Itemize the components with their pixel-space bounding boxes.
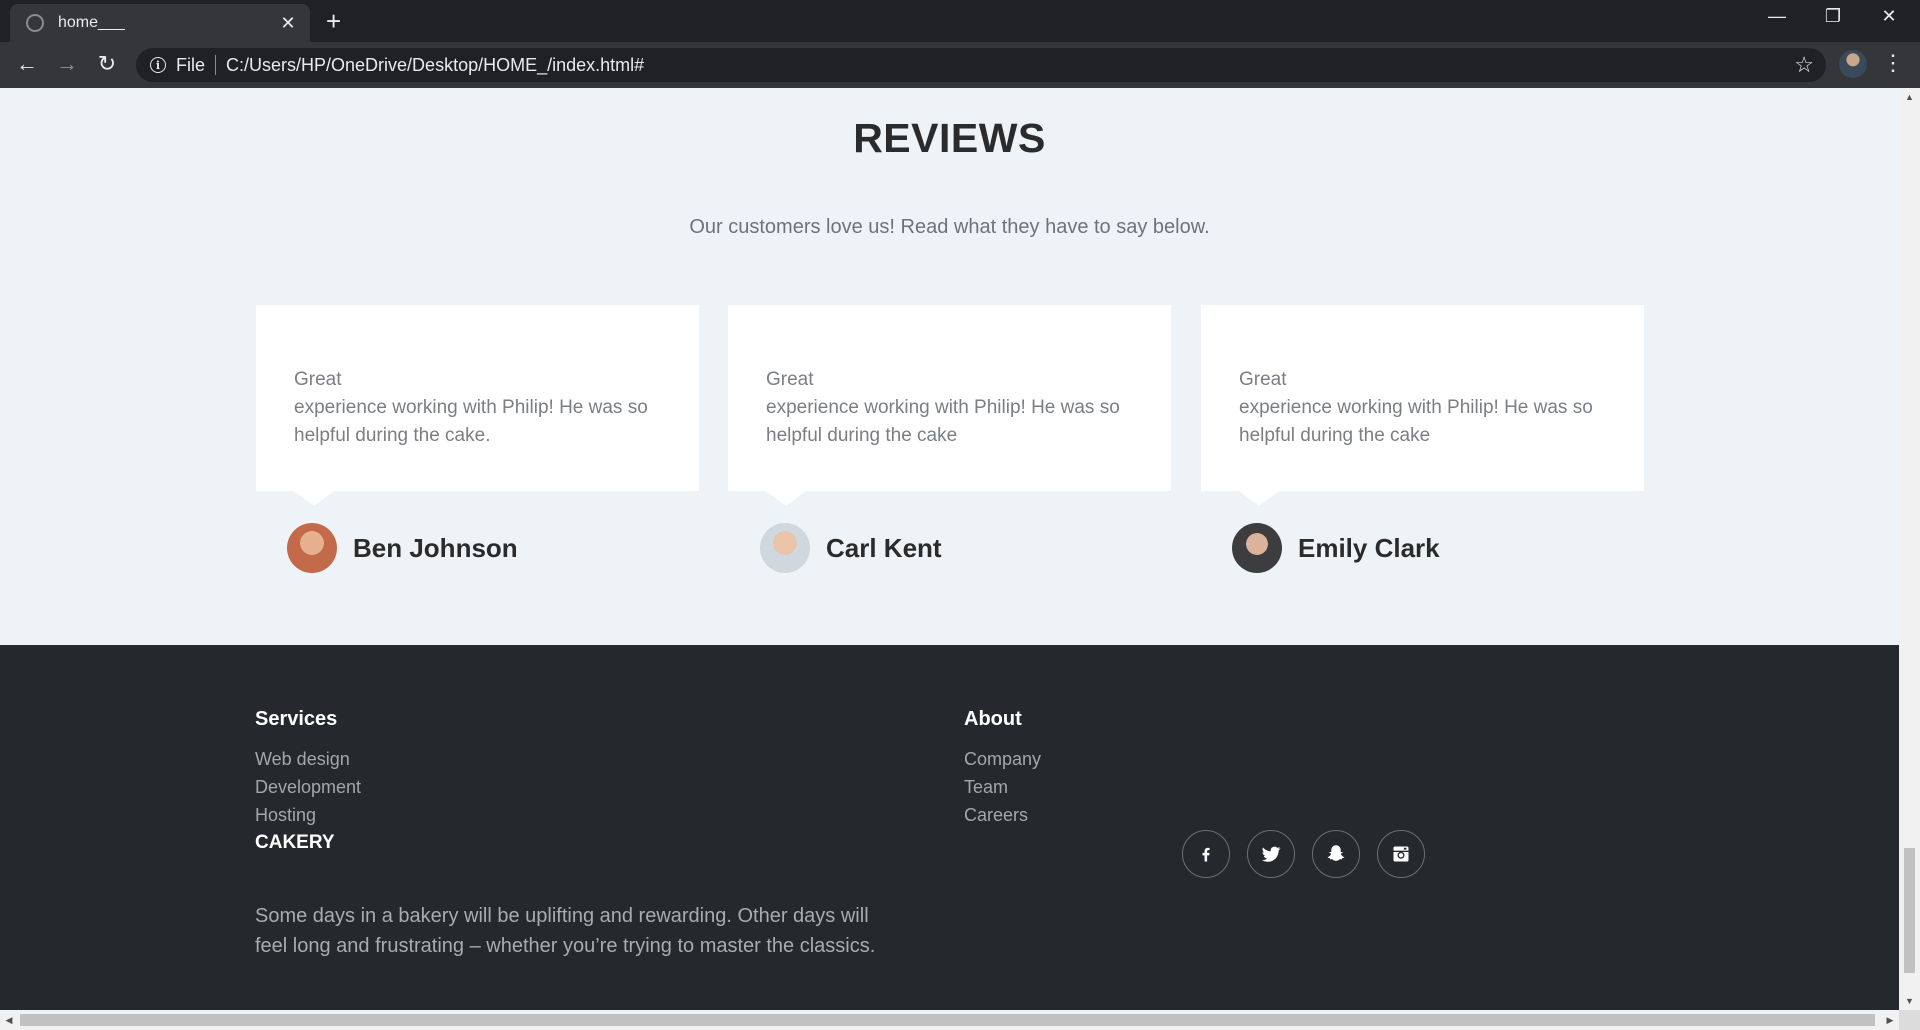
reviewer: Carl Kent (760, 522, 942, 574)
site-footer: Services Web design Development Hosting … (0, 645, 1899, 1010)
brand-description-line: Some days in a bakery will be uplifting … (255, 905, 869, 927)
scroll-left-arrow-icon[interactable]: ◀ (0, 1010, 18, 1030)
reviewer: Ben Johnson (287, 522, 518, 574)
scroll-up-arrow-icon[interactable]: ▲ (1899, 88, 1920, 106)
about-heading: About (964, 708, 1022, 730)
horizontal-scroll-thumb[interactable] (20, 1014, 1875, 1026)
review-card: Great experience working with Philip! He… (728, 305, 1171, 506)
scroll-down-arrow-icon[interactable]: ▼ (1899, 992, 1920, 1010)
avatar (1232, 523, 1282, 573)
footer-link-company[interactable]: Company (964, 749, 1041, 770)
facebook-icon[interactable] (1182, 830, 1230, 878)
globe-icon (26, 14, 44, 32)
reviews-subtitle: Our customers love us! Read what they ha… (689, 216, 1210, 238)
scroll-right-arrow-icon[interactable]: ▶ (1881, 1010, 1899, 1030)
window-close-button[interactable]: ✕ (1874, 6, 1904, 27)
profile-avatar[interactable] (1839, 50, 1867, 78)
browser-tab-strip: home___ ✕ + — ❐ ✕ (0, 0, 1920, 42)
footer-link-team[interactable]: Team (964, 777, 1008, 798)
review-card: Great experience working with Philip! He… (256, 305, 699, 506)
bookmark-star-icon[interactable]: ☆ (1794, 52, 1814, 78)
footer-link-careers[interactable]: Careers (964, 805, 1028, 826)
review-line: Great (766, 369, 814, 390)
vertical-scrollbar[interactable]: ▲ ▼ (1899, 88, 1920, 1010)
browser-tab[interactable]: home___ ✕ (10, 4, 310, 42)
browser-menu-icon[interactable]: ⋮ (1882, 50, 1904, 76)
footer-link-development[interactable]: Development (255, 777, 361, 798)
review-line: experience working with Philip! He was s… (1239, 397, 1593, 418)
footer-link-hosting[interactable]: Hosting (255, 805, 316, 826)
avatar (760, 523, 810, 573)
reviewer: Emily Clark (1232, 522, 1440, 574)
review-line: helpful during the cake (766, 425, 958, 446)
review-line: Great (294, 369, 342, 390)
instagram-icon[interactable] (1377, 830, 1425, 878)
twitter-icon[interactable] (1247, 830, 1295, 878)
review-text: Great experience working with Philip! He… (294, 366, 661, 450)
tab-close-button[interactable]: ✕ (278, 13, 298, 34)
back-button[interactable]: ← (12, 52, 42, 76)
minimize-button[interactable]: — (1762, 6, 1792, 27)
vertical-scroll-thumb[interactable] (1904, 848, 1915, 973)
url-text[interactable]: C:/Users/HP/OneDrive/Desktop/HOME_/index… (226, 55, 1794, 76)
review-card: Great experience working with Philip! He… (1201, 305, 1644, 506)
review-line: experience working with Philip! He was s… (294, 397, 648, 418)
brand-description-line: feel long and frustrating – whether you’… (255, 935, 876, 957)
horizontal-scrollbar[interactable]: ◀ ▶ (0, 1010, 1899, 1030)
reviews-title: REVIEWS (853, 115, 1046, 161)
review-text: Great experience working with Philip! He… (1239, 366, 1606, 450)
reviewer-name: Emily Clark (1298, 532, 1440, 563)
new-tab-button[interactable]: + (326, 8, 341, 34)
reviewer-name: Ben Johnson (353, 532, 518, 563)
snapchat-icon[interactable] (1312, 830, 1360, 878)
forward-button[interactable]: → (52, 52, 82, 76)
review-text: Great experience working with Philip! He… (766, 366, 1133, 450)
page-viewport: REVIEWS Our customers love us! Read what… (0, 88, 1899, 1010)
review-line: helpful during the cake (1239, 425, 1431, 446)
services-heading: Services (255, 708, 338, 730)
reload-button[interactable]: ↻ (92, 52, 122, 76)
reviewer-name: Carl Kent (826, 532, 942, 563)
brand-name: CAKERY (255, 832, 335, 853)
avatar (287, 523, 337, 573)
tab-title: home___ (58, 14, 125, 31)
info-icon[interactable]: i (150, 57, 166, 73)
review-line: helpful during the cake. (294, 425, 491, 446)
brand-description: Some days in a bakery will be uplifting … (255, 901, 895, 961)
address-bar[interactable]: i File C:/Users/HP/OneDrive/Desktop/HOME… (136, 48, 1826, 82)
restore-button[interactable]: ❐ (1818, 6, 1848, 27)
review-line: Great (1239, 369, 1287, 390)
file-label: File (176, 55, 217, 75)
review-line: experience working with Philip! He was s… (766, 397, 1120, 418)
scrollbar-corner (1899, 1010, 1920, 1030)
footer-link-web-design[interactable]: Web design (255, 749, 350, 770)
browser-toolbar: ← → ↻ i File C:/Users/HP/OneDrive/Deskto… (0, 42, 1920, 88)
